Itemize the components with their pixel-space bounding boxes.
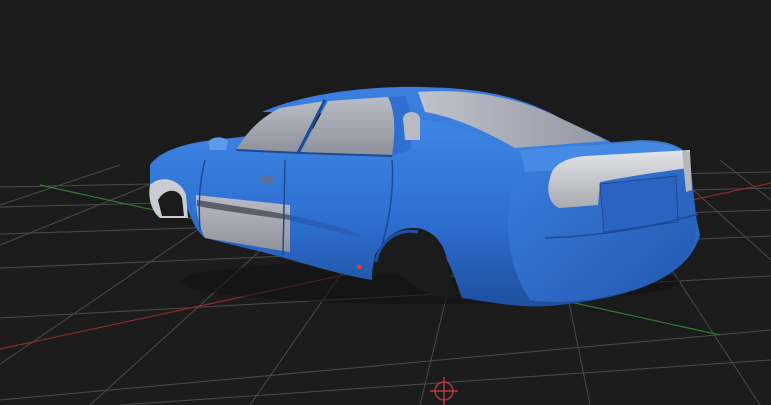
crosshair-circle-icon[interactable] <box>430 377 458 405</box>
viewport-canvas[interactable] <box>0 0 771 405</box>
3d-viewport[interactable] <box>0 0 771 405</box>
car-body-model[interactable] <box>149 86 700 307</box>
